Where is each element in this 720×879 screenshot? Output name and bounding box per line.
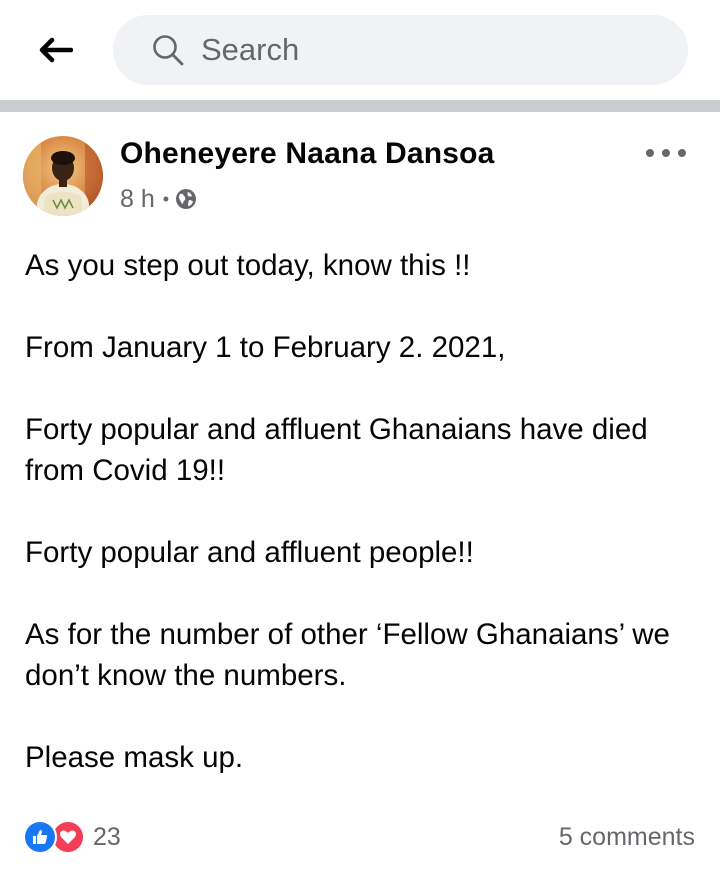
post-time[interactable]: 8 h	[120, 185, 155, 214]
search-input[interactable]	[201, 30, 661, 70]
reactions-summary[interactable]: 23	[23, 819, 121, 855]
back-button[interactable]	[30, 28, 80, 72]
post-paragraph: Please mask up.	[25, 741, 244, 774]
post-card: Oheneyere Naana Dansoa 8 h • As you step…	[0, 112, 720, 879]
search-icon	[153, 35, 184, 66]
meta-separator: •	[162, 188, 170, 209]
more-dot-icon	[678, 149, 686, 157]
top-bar	[0, 0, 720, 100]
more-dot-icon	[646, 149, 654, 157]
like-icon	[23, 820, 57, 854]
post-paragraph: As for the number of other ‘Fellow Ghana…	[25, 618, 670, 692]
avatar[interactable]	[23, 136, 103, 216]
comments-count-link[interactable]: 5 comments	[559, 823, 695, 852]
post-paragraph: Forty popular and affluent Ghanaians hav…	[25, 413, 648, 487]
post-paragraph: As you step out today, know this !!	[25, 249, 471, 282]
globe-icon[interactable]	[175, 188, 197, 210]
profile-photo	[23, 136, 103, 216]
post-paragraph: From January 1 to February 2. 2021,	[25, 331, 506, 364]
post-body: As you step out today, know this !! From…	[25, 245, 705, 778]
section-divider	[0, 100, 720, 112]
arrow-left-icon	[39, 37, 73, 63]
more-options-button[interactable]	[646, 142, 686, 164]
more-dot-icon	[662, 149, 670, 157]
search-box[interactable]	[113, 15, 688, 85]
reaction-count: 23	[93, 822, 121, 851]
post-meta: 8 h •	[120, 184, 197, 214]
post-paragraph: Forty popular and affluent people!!	[25, 536, 474, 569]
post-author-name[interactable]: Oheneyere Naana Dansoa	[120, 137, 495, 171]
